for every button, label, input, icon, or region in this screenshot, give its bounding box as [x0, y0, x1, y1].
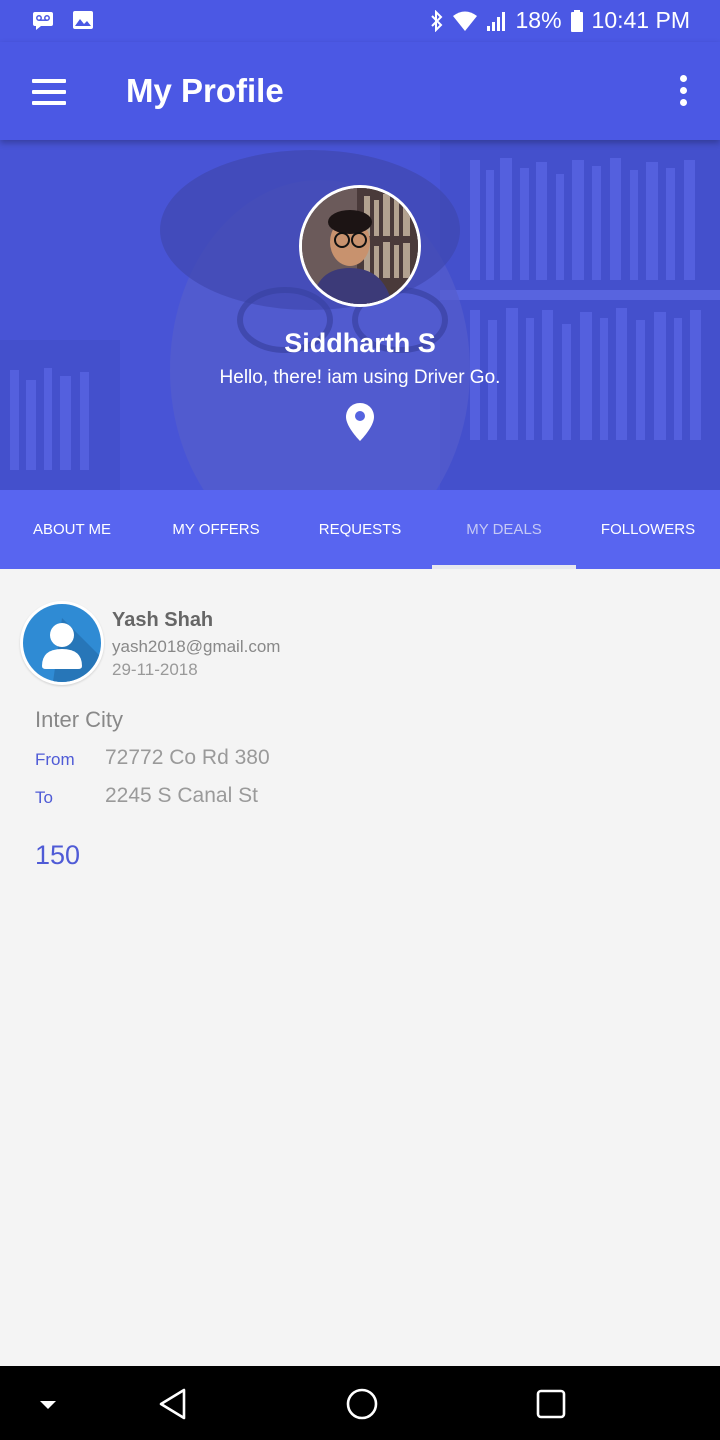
user-silhouette-icon [42, 618, 101, 682]
from-label: From [35, 750, 75, 769]
to-label: To [35, 788, 53, 807]
tab-requests[interactable]: REQUESTS [288, 490, 432, 569]
to-address: 2245 S Canal St [105, 784, 258, 807]
tab-my-offers[interactable]: MY OFFERS [144, 490, 288, 569]
home-icon[interactable] [342, 1384, 382, 1424]
battery-percent: 18% [515, 7, 562, 33]
user-avatar[interactable] [20, 601, 104, 685]
profile-name: Siddharth S [284, 328, 436, 358]
clock: 10:41 PM [591, 7, 690, 33]
user-name: Yash Shah [112, 609, 214, 631]
trip-type: Inter City [35, 707, 124, 732]
back-icon[interactable] [154, 1384, 194, 1424]
deal-card[interactable]: Yash Shah yash2018@gmail.com 29-11-2018 … [0, 569, 720, 1366]
bluetooth-icon [430, 9, 442, 32]
voicemail-icon [33, 12, 53, 30]
signal-icon [486, 11, 505, 31]
from-address: 72772 Co Rd 380 [105, 746, 270, 769]
app-bar: My Profile [0, 42, 720, 140]
profile-tabs: ABOUT ME MY OFFERS REQUESTS MY DEALS FOL… [0, 490, 720, 569]
tab-my-deals[interactable]: MY DEALS [432, 490, 576, 569]
image-icon [73, 11, 93, 29]
deal-price: 150 [35, 840, 81, 870]
tab-followers[interactable]: FOLLOWERS [576, 490, 720, 569]
profile-photo [302, 188, 418, 304]
profile-header: Siddharth S Hello, there! iam using Driv… [0, 140, 720, 490]
user-email: yash2018@gmail.com [112, 637, 281, 656]
wifi-icon [452, 11, 477, 31]
location-pin-icon[interactable] [346, 403, 374, 441]
recent-apps-icon[interactable] [531, 1384, 571, 1424]
hamburger-menu-icon[interactable] [32, 79, 66, 105]
more-options-icon[interactable] [676, 75, 688, 107]
deal-date: 29-11-2018 [112, 660, 198, 679]
page-title: My Profile [126, 72, 284, 109]
profile-avatar[interactable] [299, 185, 421, 307]
tab-about-me[interactable]: ABOUT ME [0, 490, 144, 569]
battery-icon [570, 9, 583, 32]
status-bar: 18% 10:41 PM [0, 0, 720, 42]
hide-keyboard-icon[interactable] [28, 1384, 68, 1424]
profile-status: Hello, there! iam using Driver Go. [219, 367, 501, 388]
system-nav-bar [0, 1366, 720, 1440]
